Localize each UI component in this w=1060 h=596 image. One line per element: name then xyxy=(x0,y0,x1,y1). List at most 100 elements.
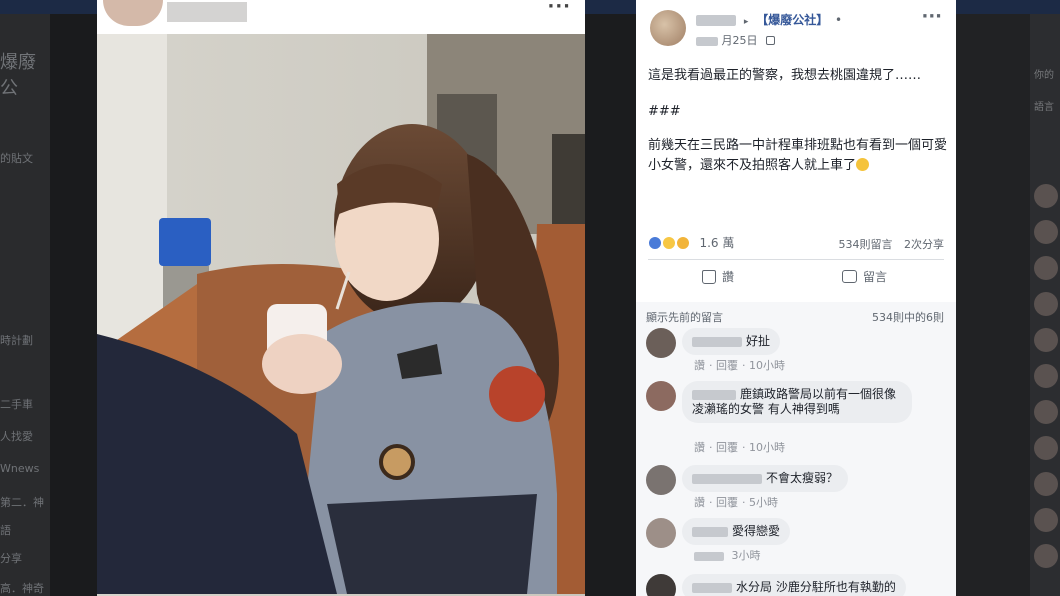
blurred-commenter-name[interactable] xyxy=(692,582,732,593)
comment-reply-link[interactable]: 回覆 xyxy=(716,496,738,509)
crying-emoji-icon xyxy=(856,158,870,171)
photo-header: ··· xyxy=(97,0,585,34)
background-left-item: 語 xyxy=(0,524,11,537)
commenter-avatar[interactable] xyxy=(646,518,676,548)
post-more-options-icon[interactable]: ··· xyxy=(921,6,942,27)
comment-like-link[interactable]: 讚 xyxy=(694,496,705,509)
like-button-label: 讚 xyxy=(722,270,735,284)
blurred-meta xyxy=(696,36,718,46)
comment-bubble: 鹿鎮政路警局以前有一個很像凌瀨瑤的女警 有人神得到嗎 xyxy=(682,381,912,423)
comment-like-link[interactable]: 讚 xyxy=(694,359,705,372)
author-avatar[interactable] xyxy=(650,10,686,46)
background-left-item: 人找愛 xyxy=(0,430,33,443)
blurred-commenter-name[interactable] xyxy=(692,526,728,537)
post-body: 這是我看過最正的警察，我想去桃園違規了…… ### 前幾天在三民路一中計程車排班… xyxy=(648,66,948,192)
author-row: ▸ 【爆廢公社】 • xyxy=(696,11,842,28)
comment-time[interactable]: 10小時 xyxy=(749,441,785,454)
comment-time[interactable]: 10小時 xyxy=(749,359,785,372)
background-right-item: 你的 xyxy=(1034,70,1054,81)
background-page-title: 爆廢公 xyxy=(0,52,36,99)
comment-bubble: 愛得戀愛 xyxy=(682,518,791,545)
background-avatar xyxy=(1034,472,1058,496)
background-avatar xyxy=(1034,220,1058,244)
comment-actions: 3小時 xyxy=(694,547,765,563)
background-avatar xyxy=(1034,436,1058,460)
like-reaction-icon xyxy=(648,236,662,250)
comments-count: 534則中的6則 xyxy=(872,311,944,324)
wow-reaction-icon xyxy=(661,236,676,250)
comment-bubble: 水分局 沙鹿分駐所也有執勤的 xyxy=(682,574,906,596)
comment-reply-link[interactable]: 回覆 xyxy=(716,441,738,454)
comment-item: 好扯 讚 · 回覆 · 10小時 xyxy=(646,328,946,374)
post-body-line: 前幾天在三民路一中計程車排班點也有看到一個可愛小女警，還來不及拍照客人就上車了 xyxy=(648,136,948,176)
like-button[interactable]: 讚 xyxy=(702,268,734,285)
comment-like-link[interactable]: 讚 xyxy=(694,441,705,454)
speech-bubble-icon xyxy=(842,270,857,283)
blurred-actions xyxy=(694,551,724,561)
blurred-name xyxy=(167,2,247,22)
comment-item: 水分局 沙鹿分駐所也有執勤的 xyxy=(646,574,946,596)
blurred-avatar xyxy=(103,0,163,26)
comment-item: 不會太瘦弱？ 讚 · 回覆 · 5小時 xyxy=(646,465,946,509)
background-gap xyxy=(50,14,97,596)
post-photo[interactable] xyxy=(97,34,585,596)
background-avatar xyxy=(1034,508,1058,532)
reaction-summary[interactable]: 1.6 萬 xyxy=(648,234,734,251)
comment-actions: 讚 · 回覆 · 10小時 xyxy=(694,441,785,454)
post-date[interactable]: 月25日 xyxy=(722,34,758,47)
share-arrow-icon: ▸ xyxy=(743,17,749,27)
blurred-author-name[interactable] xyxy=(696,15,736,26)
post-body-line: 這是我看過最正的警察，我想去桃園違規了…… xyxy=(648,68,922,83)
post-body-text: 前幾天在三民路一中計程車排班點也有看到一個可愛小女警，還來不及拍照客人就上車了 xyxy=(648,138,948,173)
blurred-commenter-name[interactable] xyxy=(692,473,762,484)
post-meta: 月25日 xyxy=(696,32,775,48)
comment-time[interactable]: 3小時 xyxy=(732,549,761,562)
comment-button[interactable]: 留言 xyxy=(842,268,887,285)
background-avatar xyxy=(1034,184,1058,208)
background-avatar xyxy=(1034,256,1058,280)
background-avatar xyxy=(1034,328,1058,352)
post-panel: ▸ 【爆廢公社】 • 月25日 ··· 這是我看過最正的警察，我想去桃園違規了…… xyxy=(636,0,956,596)
post-separator: ### xyxy=(648,104,681,119)
comment-text: 愛得戀愛 xyxy=(732,524,781,538)
background-avatar xyxy=(1034,292,1058,316)
photo-viewer: ··· xyxy=(97,0,585,596)
background-right-item: 語言 xyxy=(1034,102,1054,113)
comment-reply-link[interactable]: 回覆 xyxy=(716,359,738,372)
background-left-item: Wnews xyxy=(0,462,40,475)
background-left-item: 分享 xyxy=(0,552,22,565)
background-left-item: 第二．神 xyxy=(0,496,44,509)
view-previous-comments-link[interactable]: 顯示先前的留言 xyxy=(646,309,723,325)
comment-bubble: 好扯 xyxy=(682,328,781,355)
comment-text: 好扯 xyxy=(746,334,771,348)
reaction-count: 1.6 萬 xyxy=(699,236,735,250)
share-count-link[interactable]: 2次分享 xyxy=(904,238,944,251)
thumbs-up-icon xyxy=(702,269,716,284)
divider xyxy=(648,259,944,260)
comment-time[interactable]: 5小時 xyxy=(749,496,778,509)
commenter-avatar[interactable] xyxy=(646,381,676,411)
background-avatar xyxy=(1034,400,1058,424)
comment-actions: 讚 · 回覆 · 5小時 xyxy=(694,496,778,509)
comment-text: 水分局 沙鹿分駐所也有執勤的 xyxy=(736,580,896,594)
blurred-commenter-name[interactable] xyxy=(692,336,742,347)
group-dot: • xyxy=(835,13,843,27)
blurred-commenter-name[interactable] xyxy=(692,389,736,400)
comment-actions: 讚 · 回覆 · 10小時 xyxy=(694,359,785,372)
comment-bubble: 不會太瘦弱？ xyxy=(682,465,849,492)
commenter-avatar[interactable] xyxy=(646,328,676,358)
commenter-avatar[interactable] xyxy=(646,465,676,495)
background-left-item: 二手車 xyxy=(0,398,33,411)
background-avatar xyxy=(1034,364,1058,388)
background-left-item: 的貼文 xyxy=(0,152,33,165)
comment-count-link[interactable]: 534則留言 xyxy=(839,238,893,251)
background-left-item: 高．神奇 xyxy=(0,582,44,595)
commenter-avatar[interactable] xyxy=(646,574,676,596)
comment-text: 不會太瘦弱？ xyxy=(766,471,839,485)
comment-item: 鹿鎮政路警局以前有一個很像凌瀨瑤的女警 有人神得到嗎 讚 · 回覆 · 10小時 xyxy=(646,381,946,454)
group-name-link[interactable]: 【爆廢公社】 xyxy=(756,13,828,27)
photo-more-options-icon[interactable]: ··· xyxy=(547,0,571,17)
background-left-column: 爆廢公 的貼文 時計劃 二手車 人找愛 Wnews 第二．神 語 分享 高．神奇 xyxy=(0,14,50,596)
haha-reaction-icon xyxy=(675,236,690,250)
post-stats: 534則留言 2次分享 xyxy=(839,236,945,252)
